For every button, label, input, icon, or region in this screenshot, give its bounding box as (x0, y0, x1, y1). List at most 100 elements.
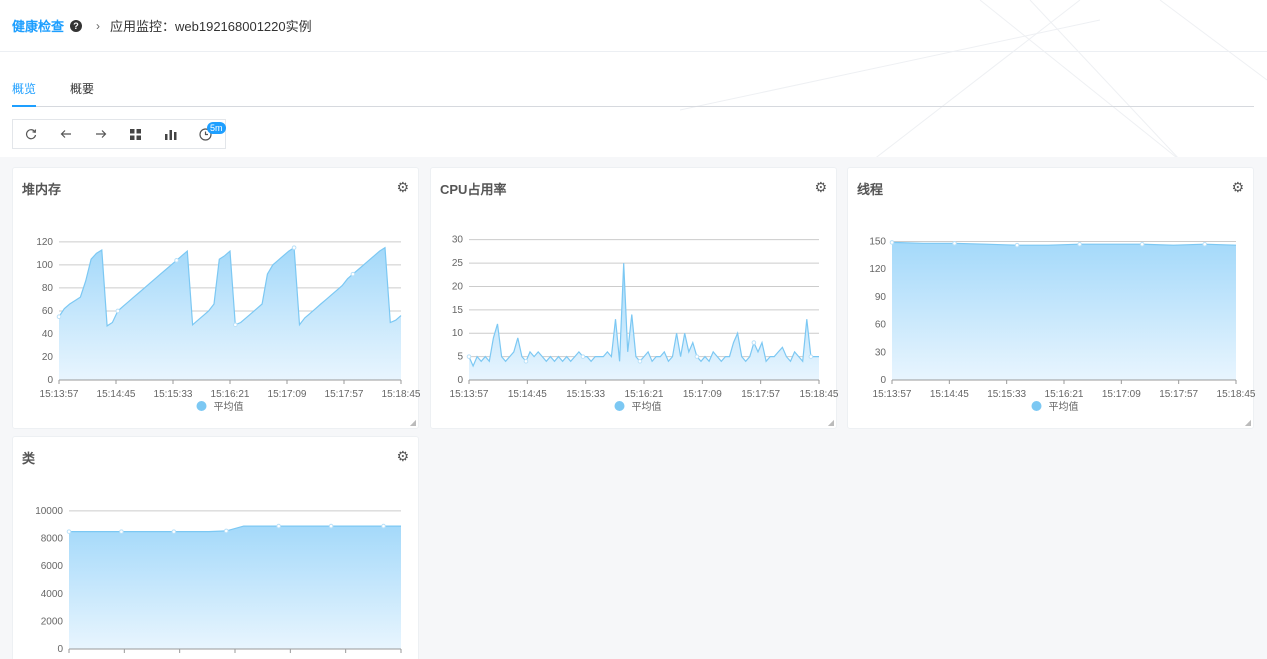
bar-chart-icon[interactable] (153, 120, 188, 148)
gear-icon[interactable]: ⚙ (396, 448, 409, 465)
y-tick-label: 20 (42, 352, 54, 363)
chart-card-heap-memory: 0 20 40 60 80 100 120 15:13:57 15:14:45 15:15:33 1… (12, 167, 420, 429)
legend-marker[interactable] (1031, 401, 1042, 411)
x-tick-label: 15:16:21 (211, 389, 250, 400)
resize-handle-icon[interactable]: ◢ (1245, 418, 1251, 427)
series-line (468, 263, 819, 368)
x-tick-label: 15:16:21 (1045, 389, 1084, 400)
legend-marker[interactable] (614, 401, 625, 411)
data-point[interactable] (223, 528, 229, 534)
y-tick-label: 90 (875, 292, 887, 303)
data-point[interactable] (381, 523, 386, 529)
y-tick-label: 6000 (41, 561, 64, 572)
tab-bar: 概览 概要 (12, 80, 1254, 107)
series-area (469, 263, 819, 380)
legend-label[interactable]: 平均值 (632, 400, 662, 413)
gear-icon[interactable]: ⚙ (396, 179, 409, 196)
grid-icon[interactable] (118, 120, 153, 148)
data-point[interactable] (171, 529, 177, 534)
gear-icon[interactable]: ⚙ (814, 179, 827, 196)
x-tick-label: 15:16:21 (625, 389, 664, 400)
breadcrumb: 健康检查 ? › 应用监控：web192168001220实例 (0, 0, 1267, 52)
resize-handle-icon[interactable]: ◢ (828, 418, 834, 427)
data-point[interactable] (66, 529, 72, 534)
tab-summary[interactable]: 概要 (70, 80, 94, 107)
data-point[interactable] (174, 258, 179, 263)
page-title: 应用监控：web192168001220实例 (110, 19, 312, 34)
y-tick-label: 25 (452, 258, 464, 269)
x-tick-label: 15:17:57 (325, 389, 364, 400)
data-point[interactable] (523, 358, 529, 364)
y-tick-label: 40 (42, 329, 54, 340)
y-tick-label: 120 (869, 264, 886, 275)
y-tick-label: 15 (452, 305, 464, 316)
legend-label[interactable]: 平均值 (214, 400, 244, 413)
legend-label[interactable]: 平均值 (1049, 400, 1079, 413)
chart-svg: 020004000600080001000015:13:5715:14:4515… (35, 506, 420, 659)
chart-toolbar: 5m (12, 119, 226, 149)
chart-title: 线程 (857, 182, 884, 197)
y-tick-label: 0 (47, 375, 53, 386)
data-point[interactable] (637, 358, 643, 364)
y-tick-label: 30 (452, 235, 464, 246)
x-tick-label: 15:14:45 (508, 389, 547, 400)
x-tick-label: 15:13:57 (40, 389, 79, 400)
arrow-right-icon[interactable] (83, 120, 118, 148)
x-tick-label: 15:17:09 (268, 389, 307, 400)
dashboard-area: 0 20 40 60 80 100 120 15:13:57 15:14:45 15:15:33 1… (0, 157, 1267, 659)
x-tick-label: 15:18:45 (800, 389, 838, 400)
y-tick-label: 5 (457, 352, 463, 363)
data-point[interactable] (1077, 241, 1082, 247)
data-point[interactable] (694, 354, 700, 359)
data-point[interactable] (115, 308, 121, 314)
arrow-left-icon[interactable] (48, 120, 83, 148)
series-area (892, 242, 1236, 380)
series-area (69, 526, 401, 649)
x-tick-label: 15:18:45 (1217, 389, 1255, 400)
data-point[interactable] (952, 241, 957, 246)
clock-icon[interactable]: 5m (188, 120, 226, 148)
chart-card-classes: 020004000600080001000015:13:5715:14:4515… (12, 436, 420, 659)
data-point[interactable] (233, 322, 238, 328)
tab-overview[interactable]: 概览 (12, 80, 37, 107)
data-point[interactable] (1139, 241, 1145, 247)
help-icon[interactable]: ? (70, 19, 83, 32)
y-tick-label: 120 (36, 237, 53, 248)
data-point[interactable] (276, 523, 281, 529)
chart-title: CPU占用率 (440, 182, 507, 197)
x-tick-label: 15:13:57 (873, 389, 912, 400)
data-point[interactable] (580, 354, 586, 359)
data-point[interactable] (751, 340, 757, 345)
data-point[interactable] (350, 271, 356, 277)
y-tick-label: 10000 (35, 506, 63, 517)
data-point[interactable] (328, 523, 334, 529)
y-tick-label: 8000 (41, 534, 64, 545)
gear-icon[interactable]: ⚙ (1231, 179, 1244, 196)
x-tick-label: 15:17:57 (1159, 389, 1198, 400)
x-tick-label: 15:17:09 (1102, 389, 1141, 400)
data-point[interactable] (1014, 242, 1020, 248)
breadcrumb-home[interactable]: 健康检查 (12, 16, 64, 35)
data-point[interactable] (808, 354, 814, 359)
data-point[interactable] (1202, 241, 1208, 247)
data-point[interactable] (56, 314, 62, 320)
y-tick-label: 30 (875, 347, 887, 358)
y-tick-label: 60 (875, 320, 887, 331)
data-point[interactable] (466, 354, 472, 359)
chart-card-threads: 0 30 60 90 120 150 15:13:57 15:14:45 15:15:33 15:… (847, 167, 1255, 429)
y-tick-label: 0 (457, 375, 463, 386)
refresh-icon[interactable] (13, 120, 48, 148)
y-tick-label: 4000 (41, 589, 64, 600)
y-tick-label: 10 (452, 328, 464, 339)
chart-title: 堆内存 (22, 182, 62, 197)
x-tick-label: 15:15:33 (566, 389, 605, 400)
chart-svg: 0 5 10 15 20 25 30 15:13:57 15:14:45 15:15:33 15:1… (450, 235, 838, 413)
data-point[interactable] (291, 245, 297, 250)
y-tick-label: 60 (42, 306, 54, 317)
resize-handle-icon[interactable]: ◢ (410, 418, 416, 427)
data-point[interactable] (889, 240, 895, 245)
legend-marker[interactable] (196, 401, 207, 411)
data-point[interactable] (119, 529, 124, 534)
y-tick-label: 20 (452, 281, 464, 292)
chart-card-cpu-usage: 0 5 10 15 20 25 30 15:13:57 15:14:45 15:15:33 15:1… (430, 167, 838, 429)
